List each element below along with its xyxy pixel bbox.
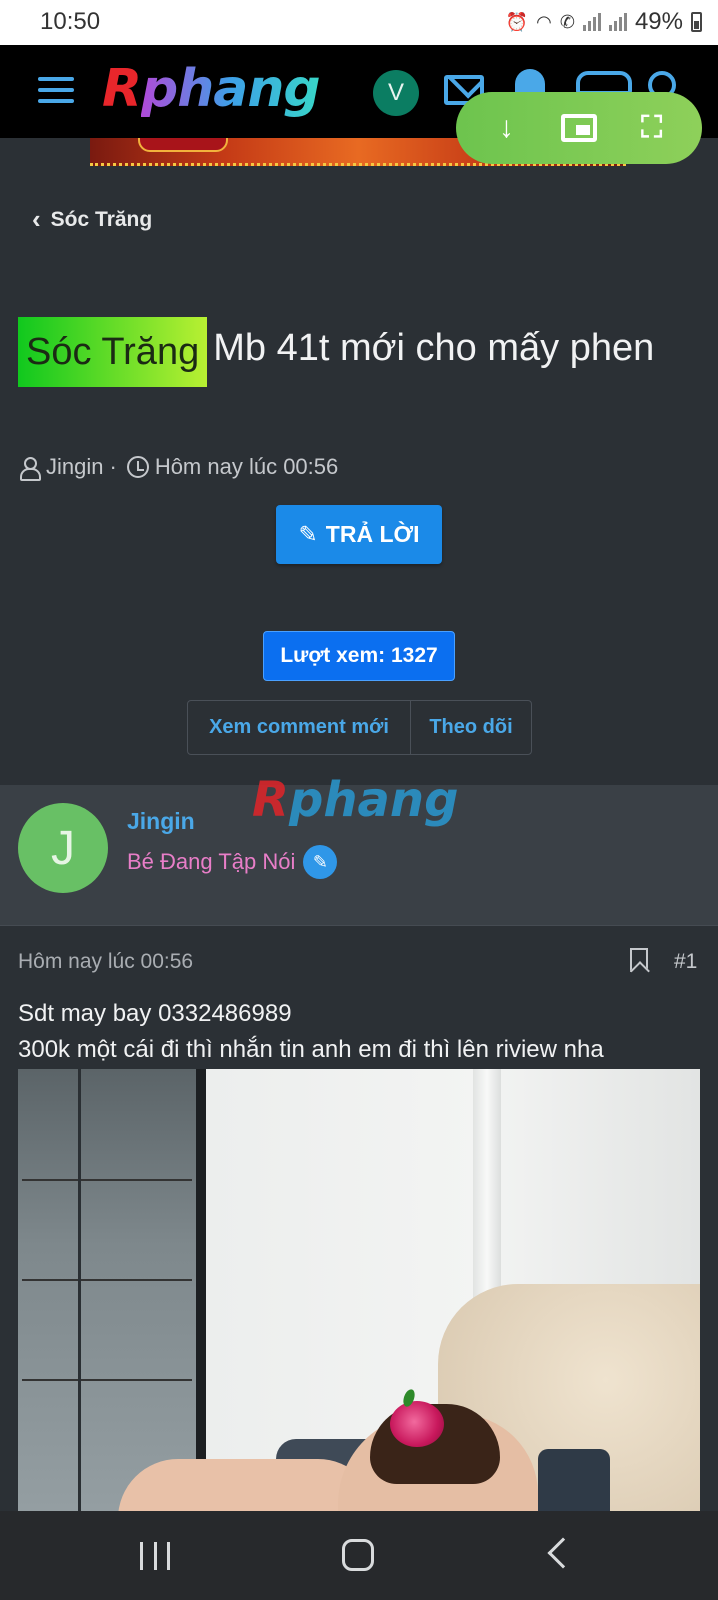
- system-nav-bar: [0, 1511, 718, 1600]
- post-author-name[interactable]: Jingin: [127, 808, 195, 835]
- floating-media-controls: ↓ ⛶: [456, 92, 702, 164]
- status-bar: 10:50 ⏰ ◠ ✆ 49%: [0, 0, 718, 45]
- menu-icon[interactable]: [38, 77, 74, 103]
- wifi-icon: ◠: [536, 11, 552, 32]
- site-logo[interactable]: Rphang: [102, 59, 321, 119]
- follow-button[interactable]: Theo dõi: [411, 701, 531, 754]
- new-comments-button[interactable]: Xem comment mới: [188, 701, 411, 754]
- divider: [0, 925, 718, 926]
- user-avatar[interactable]: V: [373, 70, 419, 116]
- thread-actions: Xem comment mới Theo dõi: [187, 700, 532, 755]
- thread-date[interactable]: Hôm nay lúc 00:56: [155, 454, 338, 480]
- back-icon[interactable]: [547, 1537, 579, 1569]
- reply-button[interactable]: ✎ TRẢ LỜI: [276, 505, 442, 564]
- post-author-avatar[interactable]: J: [18, 803, 108, 893]
- breadcrumb-label: Sóc Trăng: [50, 207, 153, 231]
- clock-icon: [126, 456, 149, 478]
- bookmark-icon[interactable]: [630, 948, 648, 972]
- call-icon: ✆: [559, 11, 575, 32]
- download-icon[interactable]: ↓: [484, 106, 528, 150]
- post-number[interactable]: #1: [674, 950, 697, 974]
- user-icon: [18, 456, 41, 481]
- battery-icon: [691, 12, 702, 32]
- photo-window: [18, 1069, 196, 1511]
- fullscreen-icon[interactable]: ⛶: [630, 106, 674, 150]
- verified-user-icon: ✎: [303, 845, 338, 879]
- post-image[interactable]: [18, 1069, 700, 1511]
- chevron-left-icon: ‹: [32, 204, 41, 234]
- views-badge: Lượt xem: 1327: [263, 631, 455, 681]
- post-body-line: Sdt may bay 0332486989: [18, 1000, 292, 1027]
- battery-percent: 49%: [634, 8, 683, 35]
- signal-2-icon: [608, 13, 627, 31]
- status-icons: ⏰ ◠ ✆ 49%: [506, 8, 702, 36]
- meta-separator: ·: [109, 454, 117, 479]
- site-watermark: Rphang: [252, 772, 459, 828]
- pencil-icon: ✎: [298, 521, 318, 547]
- home-icon[interactable]: [342, 1539, 374, 1571]
- picture-in-picture-icon[interactable]: [557, 106, 601, 150]
- thread-author[interactable]: Jingin: [46, 454, 103, 480]
- alarm-icon: ⏰: [505, 11, 529, 32]
- post-body-line: 300k một cái đi thì nhắn tin anh em đi t…: [18, 1036, 604, 1063]
- status-time: 10:50: [40, 8, 101, 35]
- reply-label: TRẢ LỜI: [325, 521, 420, 547]
- rose-sticker: [390, 1401, 444, 1447]
- recent-apps-icon[interactable]: [140, 1542, 170, 1570]
- breadcrumb[interactable]: ‹ Sóc Trăng: [32, 204, 152, 235]
- thread-prefix[interactable]: Sóc Trăng: [18, 317, 208, 387]
- post-author-rank: Bé Đang Tập Nói ✎: [127, 845, 338, 879]
- thread-title-text: Mb 41t mới cho mấy phen: [213, 327, 655, 369]
- rank-label: Bé Đang Tập Nói: [127, 849, 296, 874]
- post-date[interactable]: Hôm nay lúc 00:56: [18, 950, 193, 974]
- thread-meta: Jingin · Hôm nay lúc 00:56: [18, 454, 338, 481]
- thread-title: Sóc Trăng Mb 41t mới cho mấy phen: [18, 316, 698, 387]
- signal-icon: [582, 13, 601, 31]
